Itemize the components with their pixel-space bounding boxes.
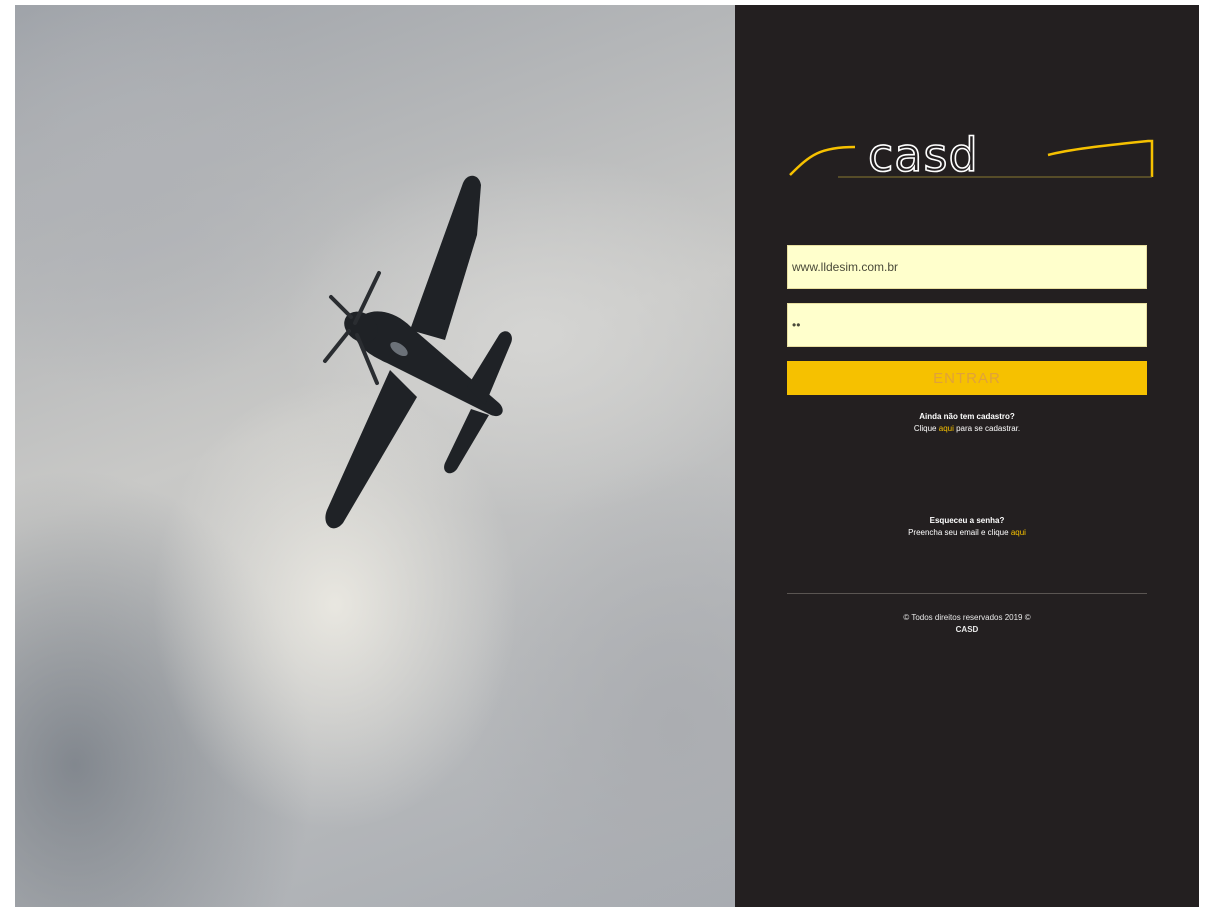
login-form: ENTRAR [787,245,1147,395]
footer: © Todos direitos reservados 2019 © CASD [903,612,1030,636]
logo-wordmark: casd [868,128,979,182]
signup-suffix: para se cadastrar. [956,424,1021,433]
airplane-image [323,175,512,529]
footer-divider [787,593,1147,594]
forgot-password-help: Esqueceu a senha? Preencha seu email e c… [908,515,1026,539]
footer-brand: CASD [955,625,979,634]
login-page: casd ENTRAR Ainda não tem cadastro? Cliq… [15,5,1199,907]
forgot-prefix: Preencha seu email e clique [908,528,1009,537]
footer-rights: © Todos direitos reservados 2019 © [903,613,1031,622]
signup-link[interactable]: aqui [939,424,954,433]
signup-help: Ainda não tem cadastro? Clique aqui para… [914,411,1020,435]
forgot-link[interactable]: aqui [1011,528,1026,537]
login-panel: casd ENTRAR Ainda não tem cadastro? Cliq… [735,5,1199,907]
login-submit-button[interactable]: ENTRAR [787,361,1147,395]
signup-question: Ainda não tem cadastro? [919,412,1015,421]
password-input[interactable] [787,303,1147,347]
forgot-question: Esqueceu a senha? [929,516,1005,525]
email-input[interactable] [787,245,1147,289]
casd-logo: casd [788,127,1153,183]
background-photo [15,5,735,907]
signup-prefix: Clique [913,424,937,433]
